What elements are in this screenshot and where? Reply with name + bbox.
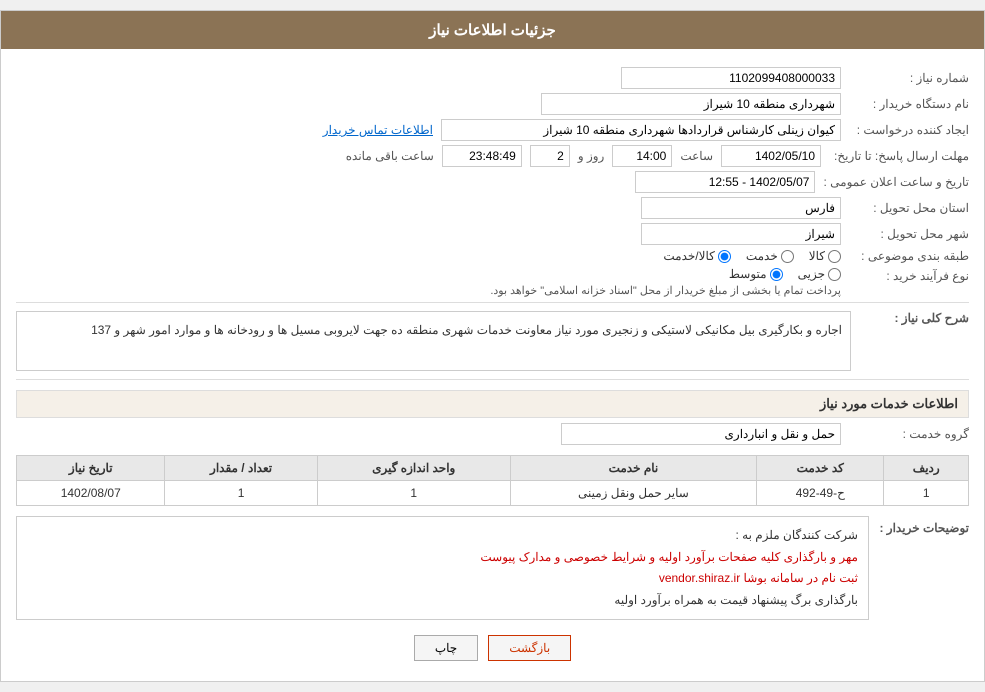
- process-option-motavasset[interactable]: متوسط: [729, 267, 783, 281]
- table-row: 1 ح-49-492 سایر حمل ونقل زمینی 1 1 1402/…: [17, 481, 969, 506]
- creator-label: ایجاد کننده درخواست :: [849, 123, 969, 137]
- category-label: طبقه بندی موضوعی :: [849, 249, 969, 263]
- buyer-note-line-3: بارگذاری برگ پیشنهاد قیمت به همراه برآور…: [27, 590, 858, 612]
- description-box: اجاره و بکارگیری بیل مکانیکی لاستیکی و ز…: [16, 311, 851, 371]
- page-header: جزئیات اطلاعات نیاز: [1, 11, 984, 49]
- announce-label: تاریخ و ساعت اعلان عمومی :: [823, 175, 969, 189]
- buyer-note-line-2: ثبت نام در سامانه بوشا vendor.shiraz.ir: [27, 568, 858, 590]
- process-option-jozii[interactable]: جزیی: [798, 267, 841, 281]
- col-header-name: نام خدمت: [510, 456, 756, 481]
- button-row: بازگشت چاپ: [16, 625, 969, 671]
- process-radio-group: جزیی متوسط: [490, 267, 841, 281]
- province-label: استان محل تحویل :: [849, 201, 969, 215]
- deadline-remaining-input: [442, 145, 522, 167]
- need-number-label: شماره نیاز :: [849, 71, 969, 85]
- col-header-date: تاریخ نیاز: [17, 456, 165, 481]
- buyer-notes-box: شرکت کنندگان ملزم به : مهر و بارگذاری کل…: [16, 516, 869, 620]
- cell-row: 1: [884, 481, 969, 506]
- city-label: شهر محل تحویل :: [849, 227, 969, 241]
- col-header-unit: واحد اندازه گیری: [317, 456, 510, 481]
- services-table-container: ردیف کد خدمت نام خدمت واحد اندازه گیری ت…: [16, 455, 969, 506]
- services-section-title: اطلاعات خدمات مورد نیاز: [16, 390, 969, 418]
- cell-qty: 1: [165, 481, 317, 506]
- category-option-kala[interactable]: کالا: [809, 249, 841, 263]
- contact-link[interactable]: اطلاعات تماس خریدار: [323, 123, 433, 137]
- deadline-time-input: [612, 145, 672, 167]
- col-header-qty: تعداد / مقدار: [165, 456, 317, 481]
- service-group-input: [561, 423, 841, 445]
- process-note: پرداخت تمام یا بخشی از مبلغ خریدار از مح…: [490, 284, 841, 297]
- category-option-khedmat[interactable]: خدمت: [746, 249, 794, 263]
- col-header-code: کد خدمت: [757, 456, 884, 481]
- cell-name: سایر حمل ونقل زمینی: [510, 481, 756, 506]
- deadline-remaining-label: ساعت باقی مانده: [346, 149, 434, 163]
- province-input: [641, 197, 841, 219]
- description-label: شرح کلی نیاز :: [859, 311, 969, 325]
- city-input: [641, 223, 841, 245]
- cell-unit: 1: [317, 481, 510, 506]
- buyer-note-line-0: شرکت کنندگان ملزم به :: [27, 525, 858, 547]
- print-button[interactable]: چاپ: [414, 635, 478, 661]
- cell-code: ح-49-492: [757, 481, 884, 506]
- announce-input: [635, 171, 815, 193]
- category-radio-group: کالا خدمت کالا/خدمت: [663, 249, 841, 263]
- services-table: ردیف کد خدمت نام خدمت واحد اندازه گیری ت…: [16, 455, 969, 506]
- category-option-kala-khedmat[interactable]: کالا/خدمت: [663, 249, 730, 263]
- creator-input: [441, 119, 841, 141]
- service-group-label: گروه خدمت :: [849, 427, 969, 441]
- deadline-days-input: [530, 145, 570, 167]
- buyer-org-label: نام دستگاه خریدار :: [849, 97, 969, 111]
- deadline-days-label: روز و: [578, 149, 605, 163]
- need-number-input: [621, 67, 841, 89]
- buyer-note-line-1: مهر و بارگذاری کلیه صفحات برآورد اولیه و…: [27, 547, 858, 569]
- deadline-time-label: ساعت: [680, 149, 713, 163]
- col-header-row: ردیف: [884, 456, 969, 481]
- back-button[interactable]: بازگشت: [488, 635, 571, 661]
- deadline-label: مهلت ارسال پاسخ: تا تاریخ:: [829, 149, 969, 163]
- buyer-org-input: [541, 93, 841, 115]
- buyer-notes-label: توضیحات خریدار :: [879, 516, 969, 535]
- cell-date: 1402/08/07: [17, 481, 165, 506]
- deadline-date-input: [721, 145, 821, 167]
- process-label: نوع فرآیند خرید :: [849, 269, 969, 283]
